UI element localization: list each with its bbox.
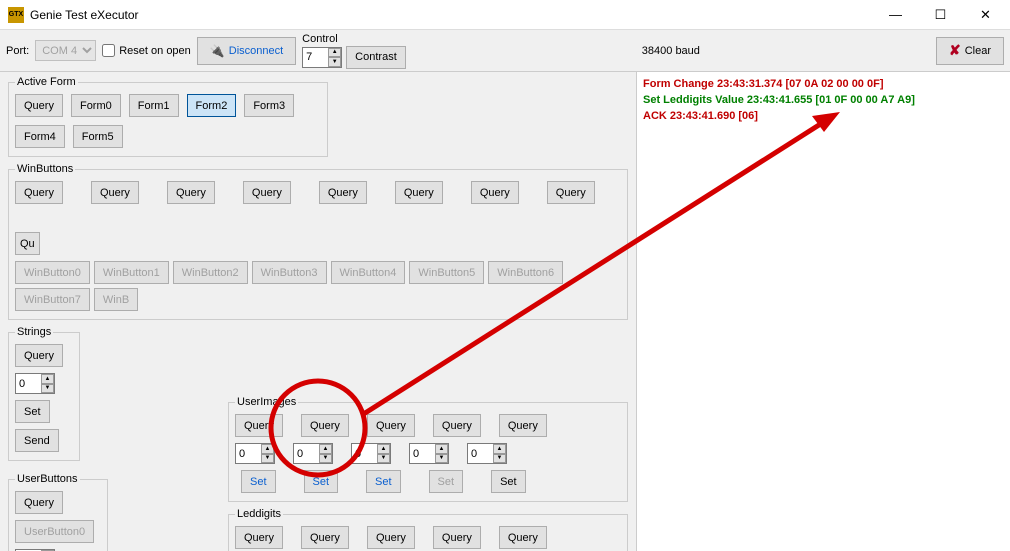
close-button[interactable]: ✕: [963, 0, 1008, 29]
winbutton-query-0[interactable]: Query: [15, 181, 63, 204]
strings-value[interactable]: ▲▼: [15, 373, 55, 394]
port-label: Port:: [6, 45, 29, 57]
userimages-val-2[interactable]: ▲▼: [351, 443, 391, 464]
userimages-query-4[interactable]: Query: [499, 414, 547, 437]
userimages-query-0[interactable]: Query: [235, 414, 283, 437]
winbutton-query-3[interactable]: Query: [243, 181, 291, 204]
leddigits-query-3[interactable]: Query: [433, 526, 481, 549]
winbutton-6[interactable]: WinButton6: [488, 261, 563, 284]
winbutton-2[interactable]: WinButton2: [173, 261, 248, 284]
userimages-val-1[interactable]: ▲▼: [293, 443, 333, 464]
window-title: Genie Test eXecutor: [30, 8, 873, 22]
winbutton-1[interactable]: WinButton1: [94, 261, 169, 284]
log-panel: Form Change 23:43:31.374 [07 0A 02 00 00…: [637, 72, 1010, 551]
userimages-query-2[interactable]: Query: [367, 414, 415, 437]
userimages-set-3: Set: [429, 470, 464, 493]
winbutton-3[interactable]: WinButton3: [252, 261, 327, 284]
reset-checkbox[interactable]: [102, 44, 115, 57]
winbutton-4[interactable]: WinButton4: [331, 261, 406, 284]
baud-label: 38400 baud: [412, 45, 930, 57]
userimages-val-3[interactable]: ▲▼: [409, 443, 449, 464]
clear-button[interactable]: ✘ Clear: [936, 37, 1004, 65]
userimages-val-0[interactable]: ▲▼: [235, 443, 275, 464]
winbutton-8[interactable]: WinB: [94, 288, 138, 311]
app-icon: GTX: [8, 7, 24, 23]
userimages-set-2[interactable]: Set: [366, 470, 401, 493]
activeform-query[interactable]: Query: [15, 94, 63, 117]
winbuttons-group: WinButtons Query Query Query Query Query…: [8, 163, 628, 320]
userbuttons-group: UserButtons Query UserButton0 ▲▼ Set Blo…: [8, 473, 108, 551]
winbutton-query-8[interactable]: Qu: [15, 232, 40, 255]
winbutton-7[interactable]: WinButton7: [15, 288, 90, 311]
leddigits-query-1[interactable]: Query: [301, 526, 349, 549]
winbutton-query-7[interactable]: Query: [547, 181, 595, 204]
winbutton-query-2[interactable]: Query: [167, 181, 215, 204]
maximize-button[interactable]: ☐: [918, 0, 963, 29]
disconnect-button[interactable]: Disconnect: [197, 37, 296, 65]
leddigits-query-2[interactable]: Query: [367, 526, 415, 549]
log-line-2: Set Leddigits Value 23:43:41.655 [01 0F …: [643, 92, 1004, 108]
tab-form4[interactable]: Form4: [15, 125, 65, 148]
strings-group: Strings Query ▲▼ Set Send: [8, 326, 80, 461]
strings-set[interactable]: Set: [15, 400, 50, 423]
x-icon: ✘: [949, 42, 961, 59]
userimages-query-1[interactable]: Query: [301, 414, 349, 437]
winbutton-query-6[interactable]: Query: [471, 181, 519, 204]
leddigits-query-0[interactable]: Query: [235, 526, 283, 549]
userimages-set-0[interactable]: Set: [241, 470, 276, 493]
reset-on-open[interactable]: Reset on open: [102, 44, 191, 57]
winbutton-query-4[interactable]: Query: [319, 181, 367, 204]
minimize-button[interactable]: —: [873, 0, 918, 29]
tab-form5[interactable]: Form5: [73, 125, 123, 148]
userbutton-0[interactable]: UserButton0: [15, 520, 94, 543]
contrast-button[interactable]: Contrast: [346, 46, 406, 69]
userimages-group: UserImages Query Query Query Query Query…: [228, 396, 628, 502]
port-select[interactable]: COM 4: [35, 40, 96, 61]
control-spinner[interactable]: ▲▼: [302, 47, 342, 68]
control-label: Control: [302, 33, 406, 45]
tab-form0[interactable]: Form0: [71, 94, 121, 117]
active-form-group: Active Form Query Form0 Form1 Form2 Form…: [8, 76, 328, 157]
userimages-val-4[interactable]: ▲▼: [467, 443, 507, 464]
strings-query[interactable]: Query: [15, 344, 63, 367]
winbutton-query-5[interactable]: Query: [395, 181, 443, 204]
userimages-query-3[interactable]: Query: [433, 414, 481, 437]
winbutton-0[interactable]: WinButton0: [15, 261, 90, 284]
userimages-set-1[interactable]: Set: [304, 470, 339, 493]
tab-form1[interactable]: Form1: [129, 94, 179, 117]
log-line-3: ACK 23:43:41.690 [06]: [643, 108, 1004, 124]
leddigits-query-4[interactable]: Query: [499, 526, 547, 549]
userbuttons-query[interactable]: Query: [15, 491, 63, 514]
winbutton-5[interactable]: WinButton5: [409, 261, 484, 284]
leddigits-group: Leddigits Query Query Query Query Query …: [228, 508, 628, 551]
tab-form2[interactable]: Form2: [187, 94, 237, 117]
strings-send[interactable]: Send: [15, 429, 59, 452]
plug-icon: [210, 44, 225, 58]
winbutton-query-1[interactable]: Query: [91, 181, 139, 204]
log-line-1: Form Change 23:43:31.374 [07 0A 02 00 00…: [643, 76, 1004, 92]
userimages-set-4[interactable]: Set: [491, 470, 526, 493]
tab-form3[interactable]: Form3: [244, 94, 294, 117]
